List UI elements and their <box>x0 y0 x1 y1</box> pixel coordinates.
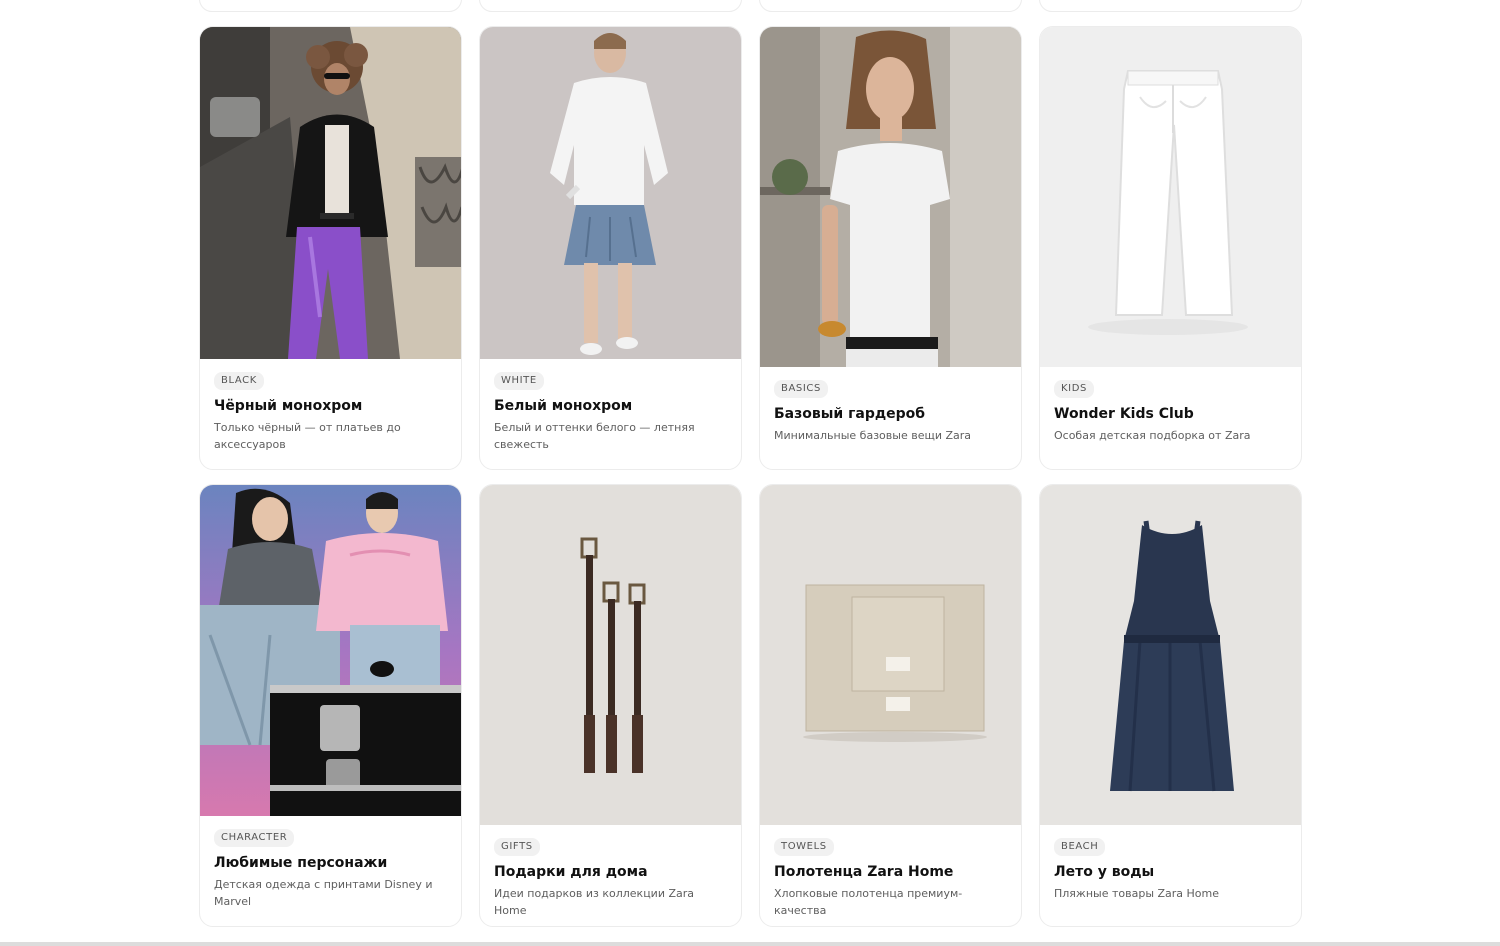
collection-description: Особая детская подборка от Zara <box>1054 429 1251 442</box>
collection-description: Минимальные базовые вещи Zara <box>774 429 972 442</box>
collection-title: Wonder Kids Club <box>1054 406 1194 422</box>
collection-card-towels[interactable]: TOWELS Полотенца Zara Home Хлопковые пол… <box>759 484 1022 927</box>
collection-title: Чёрный монохром <box>214 398 363 414</box>
collection-tag: WHITE <box>494 372 544 390</box>
card-previous-row[interactable] <box>199 0 462 12</box>
collection-title: Базовый гардероб <box>774 406 926 422</box>
collection-card-black[interactable]: BLACK Чёрный монохром Только чёрный — от… <box>199 26 462 470</box>
kids-characters-photo <box>200 485 461 816</box>
basics-photo <box>760 27 1021 367</box>
card-previous-row[interactable] <box>759 0 1022 12</box>
collection-description: Детская одежда с принтами Disney и Marve… <box>214 878 433 908</box>
collection-card-kids[interactable]: KIDS Wonder Kids Club Особая детская под… <box>1039 26 1302 470</box>
collection-tag: TOWELS <box>774 838 834 856</box>
page-bottom-divider <box>0 942 1500 946</box>
card-previous-row[interactable] <box>1039 0 1302 12</box>
collection-card-gifts[interactable]: GIFTS Подарки для дома Идеи подарков из … <box>479 484 742 927</box>
collection-description: Белый и оттенки белого — летняя свежесть <box>494 421 695 451</box>
collection-title: Любимые персонажи <box>214 855 388 871</box>
collection-title: Белый монохром <box>494 398 633 414</box>
white-jeans-photo <box>1040 27 1301 367</box>
collection-title: Лето у воды <box>1054 864 1155 880</box>
collection-tag: BLACK <box>214 372 264 390</box>
card-previous-row[interactable] <box>479 0 742 12</box>
white-monochrome-photo <box>480 27 741 359</box>
collection-description: Идеи подарков из коллекции Zara Home <box>494 887 695 917</box>
collection-tag: GIFTS <box>494 838 540 856</box>
collection-card-character[interactable]: CHARACTER Любимые персонажи Детская одеж… <box>199 484 462 927</box>
navy-dress-photo <box>1040 485 1301 825</box>
collection-description: Хлопковые полотенца премиум-качества <box>774 887 963 917</box>
collection-card-beach[interactable]: BEACH Лето у воды Пляжные товары Zara Ho… <box>1039 484 1302 927</box>
collection-tag: KIDS <box>1054 380 1094 398</box>
collection-tag: BEACH <box>1054 838 1106 856</box>
collection-title: Полотенца Zara Home <box>774 864 954 880</box>
collection-description: Пляжные товары Zara Home <box>1054 887 1220 900</box>
collection-description: Только чёрный — от платьев до аксессуаро… <box>214 421 401 451</box>
collection-tag: BASICS <box>774 380 828 398</box>
collection-title: Подарки для дома <box>494 864 648 880</box>
collection-tag: CHARACTER <box>214 829 295 847</box>
collection-card-white[interactable]: WHITE Белый монохром Белый и оттенки бел… <box>479 26 742 470</box>
towels-photo <box>760 485 1021 825</box>
collection-card-basics[interactable]: BASICS Базовый гардероб Минимальные базо… <box>759 26 1022 470</box>
black-monochrome-photo <box>200 27 461 359</box>
leather-straps-photo <box>480 485 741 825</box>
